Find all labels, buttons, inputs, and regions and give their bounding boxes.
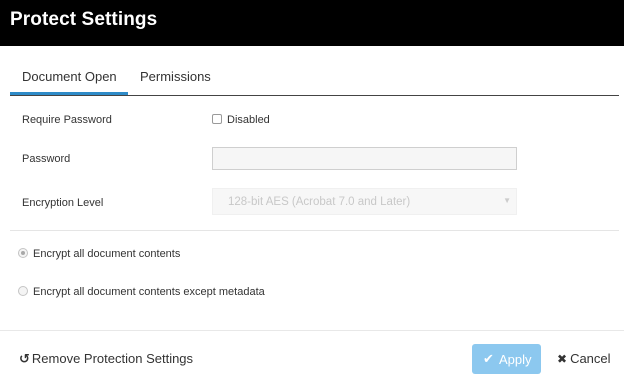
encrypt-all-radio[interactable] bbox=[18, 248, 28, 258]
password-label: Password bbox=[22, 153, 71, 165]
remove-protection-button[interactable]: ↺ Remove Protection Settings bbox=[19, 351, 193, 367]
encryption-level-label: Encryption Level bbox=[22, 197, 104, 209]
encrypt-except-metadata-radio[interactable] bbox=[18, 286, 28, 296]
remove-protection-label: Remove Protection Settings bbox=[31, 351, 194, 366]
apply-button[interactable]: ✔ Apply bbox=[472, 344, 541, 374]
encryption-level-select[interactable]: 128-bit AES (Acrobat 7.0 and Later) ▼ bbox=[212, 188, 517, 215]
undo-icon: ↺ bbox=[19, 351, 30, 366]
require-password-label: Require Password bbox=[22, 114, 112, 126]
check-icon: ✔ bbox=[483, 351, 494, 366]
footer-divider bbox=[0, 330, 624, 331]
encrypt-except-metadata-label[interactable]: Encrypt all document contents except met… bbox=[33, 286, 265, 298]
cancel-button[interactable]: ✖ Cancel bbox=[557, 351, 611, 366]
encrypt-all-label[interactable]: Encrypt all document contents bbox=[33, 248, 180, 260]
cancel-label: Cancel bbox=[570, 351, 611, 366]
require-password-checkbox-label[interactable]: Disabled bbox=[227, 114, 270, 126]
encryption-level-value: 128-bit AES (Acrobat 7.0 and Later) bbox=[228, 196, 411, 208]
close-icon: ✖ bbox=[557, 352, 568, 366]
section-divider bbox=[10, 230, 619, 231]
require-password-checkbox[interactable] bbox=[212, 114, 222, 124]
tab-document-open[interactable]: Document Open bbox=[22, 69, 117, 84]
tab-divider bbox=[10, 95, 619, 96]
tab-permissions[interactable]: Permissions bbox=[140, 69, 211, 84]
dropdown-arrow-icon: ▼ bbox=[503, 196, 511, 205]
apply-label: Apply bbox=[499, 352, 532, 367]
dialog-title: Protect Settings bbox=[10, 9, 158, 30]
dialog-title-bar: Protect Settings bbox=[0, 0, 624, 46]
password-field[interactable] bbox=[212, 147, 517, 170]
